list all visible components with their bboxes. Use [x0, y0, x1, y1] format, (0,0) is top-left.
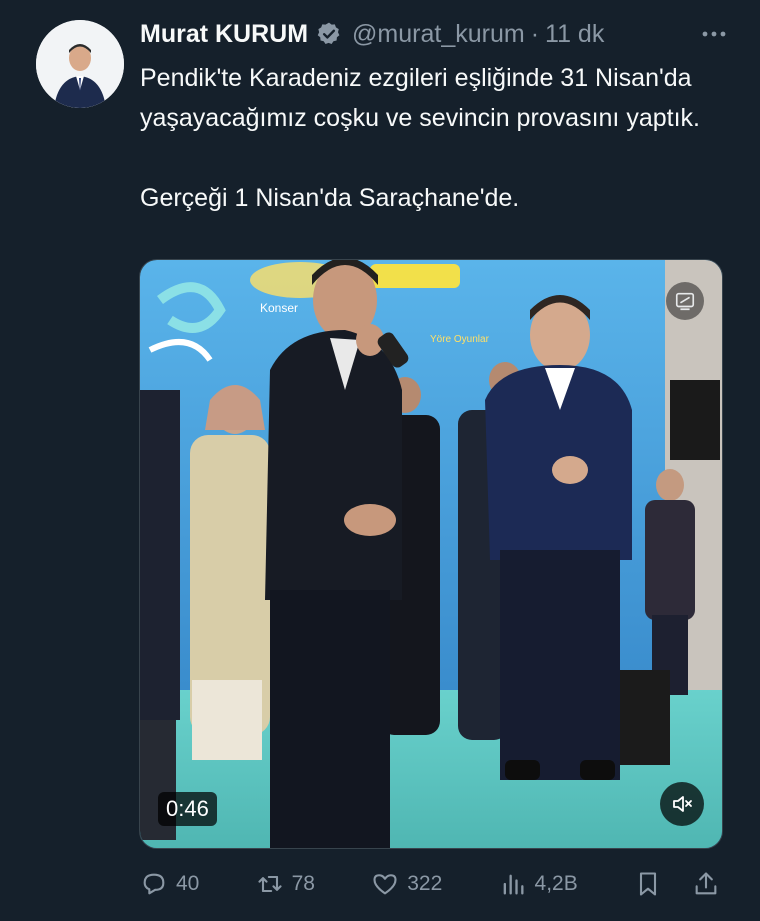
display-name[interactable]: Murat KURUM [140, 20, 308, 49]
timestamp[interactable]: 11 dk [545, 20, 604, 49]
muted-speaker-icon[interactable] [660, 782, 704, 826]
svg-text:Yöre Oyunlar: Yöre Oyunlar [430, 334, 490, 345]
media-settings-icon[interactable] [666, 282, 704, 320]
tweet[interactable]: Murat KURUM @murat_kurum · 11 dk Pendik'… [0, 0, 760, 921]
views-count: 4,2B [534, 872, 578, 895]
avatar[interactable] [36, 20, 124, 108]
handle[interactable]: @murat_kurum [352, 20, 525, 49]
reply-count: 40 [176, 872, 200, 895]
views-icon [503, 874, 524, 895]
like-button[interactable]: 322 [371, 870, 442, 898]
tweet-text: Pendik'te Karadeniz ezgileri eşliğinde 3… [140, 58, 730, 218]
video-player[interactable]: Konser Yöre Oyunlar 0:46 [139, 259, 723, 849]
retweet-icon [258, 875, 282, 893]
heart-icon [373, 874, 397, 895]
reply-button[interactable]: 40 [140, 870, 199, 898]
bookmark-icon [639, 872, 657, 896]
more-dots-icon[interactable] [698, 18, 730, 50]
separator-dot: · [530, 19, 540, 48]
video-duration: 0:46 [158, 792, 217, 826]
video-frame: Konser Yöre Oyunlar [140, 260, 722, 848]
avatar-image [36, 20, 124, 108]
tweet-header: Murat KURUM @murat_kurum · 11 dk [140, 16, 730, 52]
retweet-button[interactable]: 78 [256, 870, 315, 898]
verified-badge-icon [316, 21, 342, 47]
views-button[interactable]: 4,2B [499, 870, 578, 898]
share-button[interactable] [692, 870, 720, 898]
like-count: 322 [407, 872, 443, 895]
tweet-paragraph: Gerçeği 1 Nisan'da Saraçhane'de. [140, 184, 520, 212]
share-icon [695, 872, 717, 895]
tweet-paragraph: Pendik'te Karadeniz ezgileri eşliğinde 3… [140, 64, 700, 132]
action-bar: 40 78 322 4,2B [140, 862, 720, 906]
bookmark-button[interactable] [634, 870, 662, 898]
reply-icon [143, 873, 165, 895]
retweet-count: 78 [291, 872, 315, 895]
svg-text:Konser: Konser [260, 301, 298, 315]
